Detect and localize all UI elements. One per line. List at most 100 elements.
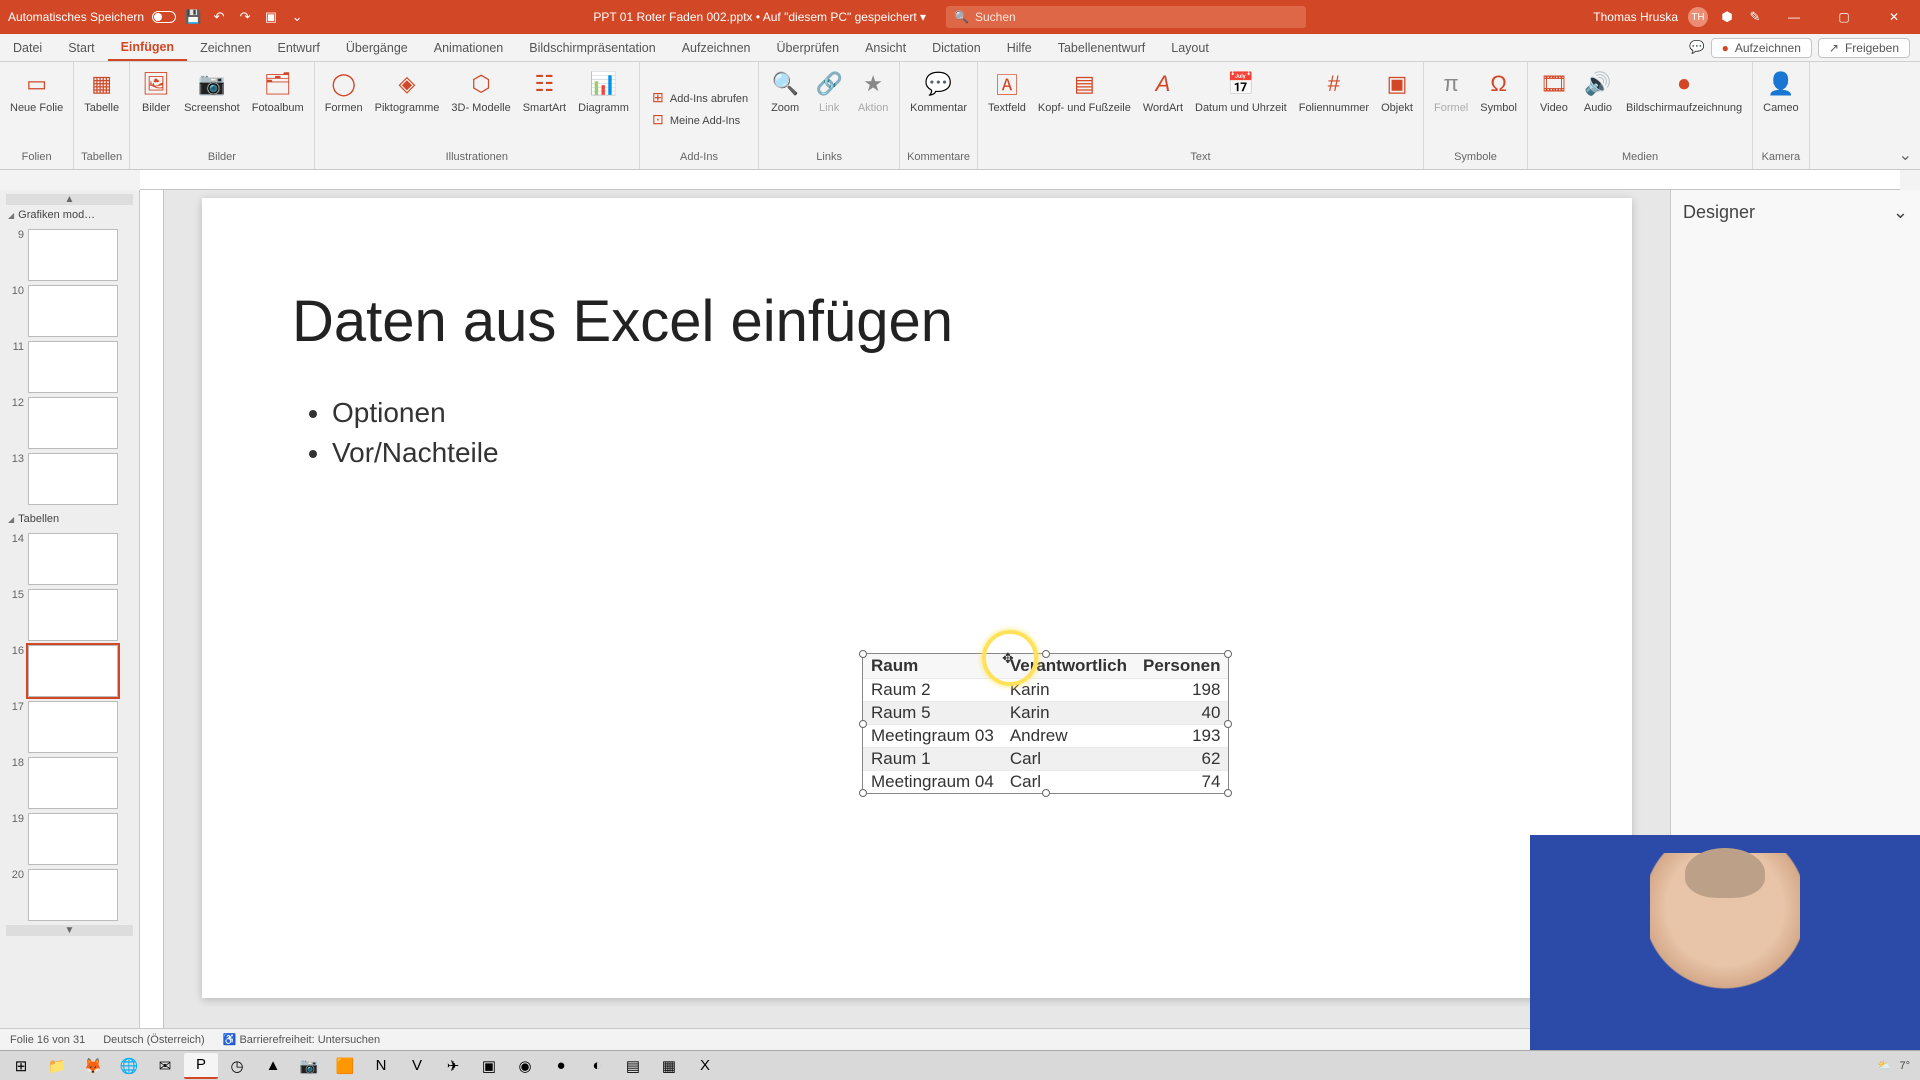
selection-handle[interactable] bbox=[1224, 650, 1232, 658]
tab-entwurf[interactable]: Entwurf bbox=[265, 34, 333, 61]
record-button[interactable]: ●Aufzeichnen bbox=[1711, 38, 1812, 58]
taskbar-app-icon[interactable]: 🟧 bbox=[328, 1053, 362, 1079]
coming-soon-icon[interactable]: ⬢ bbox=[1718, 8, 1736, 26]
selection-handle[interactable] bbox=[859, 789, 867, 797]
undo-icon[interactable]: ↶ bbox=[210, 8, 228, 26]
start-button[interactable]: ⊞ bbox=[4, 1053, 38, 1079]
tab-uebergaenge[interactable]: Übergänge bbox=[333, 34, 421, 61]
close-button[interactable]: ✕ bbox=[1874, 0, 1914, 34]
language-status[interactable]: Deutsch (Österreich) bbox=[103, 1034, 204, 1046]
tab-bildschirmpraesentation[interactable]: Bildschirmpräsentation bbox=[516, 34, 668, 61]
system-tray[interactable]: ⛅ 7° bbox=[1878, 1059, 1916, 1072]
taskbar-app-icon[interactable]: ● bbox=[544, 1053, 578, 1079]
minimize-button[interactable]: — bbox=[1774, 0, 1814, 34]
selection-handle[interactable] bbox=[1042, 650, 1050, 658]
bildschirmaufzeichnung-button[interactable]: ⏺Bildschirmaufzeichnung bbox=[1622, 66, 1746, 116]
taskbar-app-icon[interactable]: ▤ bbox=[616, 1053, 650, 1079]
user-name[interactable]: Thomas Hruska bbox=[1593, 10, 1678, 24]
selection-handle[interactable] bbox=[1042, 789, 1050, 797]
save-icon[interactable]: 💾 bbox=[184, 8, 202, 26]
section-tabellen[interactable]: Tabellen bbox=[6, 509, 133, 529]
search-input[interactable] bbox=[975, 10, 1298, 24]
link-button[interactable]: 🔗Link bbox=[809, 66, 849, 116]
taskbar-telegram-icon[interactable]: ✈ bbox=[436, 1053, 470, 1079]
formen-button[interactable]: ◯Formen bbox=[321, 66, 367, 116]
textfeld-button[interactable]: 🄰Textfeld bbox=[984, 66, 1030, 116]
selection-handle[interactable] bbox=[1224, 720, 1232, 728]
aktion-button[interactable]: ★Aktion bbox=[853, 66, 893, 116]
addins-abrufen-button[interactable]: ⊞Add-Ins abrufen bbox=[646, 89, 752, 107]
taskbar-outlook-icon[interactable]: ✉ bbox=[148, 1053, 182, 1079]
taskbar-vlc-icon[interactable]: ▲ bbox=[256, 1053, 290, 1079]
tab-datei[interactable]: Datei bbox=[0, 34, 55, 61]
tab-tabellenentwurf[interactable]: Tabellenentwurf bbox=[1045, 34, 1159, 61]
tab-zeichnen[interactable]: Zeichnen bbox=[187, 34, 264, 61]
tab-start[interactable]: Start bbox=[55, 34, 107, 61]
tab-dictation[interactable]: Dictation bbox=[919, 34, 994, 61]
slide-thumbnail[interactable]: 10 bbox=[6, 285, 133, 337]
taskbar-app-icon[interactable]: 📷 bbox=[292, 1053, 326, 1079]
taskbar-app-icon[interactable]: ▦ bbox=[652, 1053, 686, 1079]
slide-thumbnail[interactable]: 17 bbox=[6, 701, 133, 753]
slide-counter[interactable]: Folie 16 von 31 bbox=[10, 1034, 85, 1046]
selection-handle[interactable] bbox=[1224, 789, 1232, 797]
formel-button[interactable]: πFormel bbox=[1430, 66, 1472, 116]
taskbar-chrome-icon[interactable]: 🌐 bbox=[112, 1053, 146, 1079]
screenshot-button[interactable]: 📷Screenshot bbox=[180, 66, 244, 116]
video-button[interactable]: 🎞Video bbox=[1534, 66, 1574, 116]
slide-thumbnail[interactable]: 15 bbox=[6, 589, 133, 641]
meine-addins-button[interactable]: ⊡Meine Add-Ins bbox=[646, 111, 744, 129]
taskbar-onenote-icon[interactable]: N bbox=[364, 1053, 398, 1079]
tab-hilfe[interactable]: Hilfe bbox=[994, 34, 1045, 61]
taskbar-powerpoint-icon[interactable]: P bbox=[184, 1053, 218, 1079]
slide[interactable]: Daten aus Excel einfügen Optionen Vor/Na… bbox=[202, 198, 1632, 998]
tab-aufzeichnen[interactable]: Aufzeichnen bbox=[669, 34, 764, 61]
kopfzeile-button[interactable]: ▤Kopf- und Fußzeile bbox=[1034, 66, 1135, 116]
slide-thumbnail[interactable]: 18 bbox=[6, 757, 133, 809]
collapse-ribbon-icon[interactable]: ⌄ bbox=[1891, 141, 1920, 169]
tab-ansicht[interactable]: Ansicht bbox=[852, 34, 919, 61]
kommentar-button[interactable]: 💬Kommentar bbox=[906, 66, 971, 116]
maximize-button[interactable]: ▢ bbox=[1824, 0, 1864, 34]
comments-pane-icon[interactable]: 💬 bbox=[1689, 40, 1705, 55]
taskbar-app-icon[interactable]: ◷ bbox=[220, 1053, 254, 1079]
zoom-button[interactable]: 🔍Zoom bbox=[765, 66, 805, 116]
document-title[interactable]: PPT 01 Roter Faden 002.pptx • Auf "diese… bbox=[593, 10, 926, 24]
slide-thumbnail[interactable]: 20 bbox=[6, 869, 133, 921]
slide-thumbnail[interactable]: 9 bbox=[6, 229, 133, 281]
objekt-button[interactable]: ▣Objekt bbox=[1377, 66, 1417, 116]
tabelle-button[interactable]: ▦Tabelle bbox=[80, 66, 123, 116]
presentation-icon[interactable]: ▣ bbox=[262, 8, 280, 26]
3d-modelle-button[interactable]: ⬡3D- Modelle bbox=[447, 66, 514, 116]
search-box[interactable]: 🔍 bbox=[946, 6, 1306, 28]
bilder-button[interactable]: 🖼Bilder bbox=[136, 66, 176, 116]
taskbar-explorer-icon[interactable]: 📁 bbox=[40, 1053, 74, 1079]
piktogramme-button[interactable]: ◈Piktogramme bbox=[371, 66, 444, 116]
more-qat-icon[interactable]: ⌄ bbox=[288, 8, 306, 26]
diagramm-button[interactable]: 📊Diagramm bbox=[574, 66, 633, 116]
selection-handle[interactable] bbox=[859, 650, 867, 658]
tab-layout[interactable]: Layout bbox=[1158, 34, 1222, 61]
excel-table-object[interactable]: Raum Verantwortlich Personen Raum 2Karin… bbox=[862, 653, 1229, 794]
slide-thumbnail[interactable]: 12 bbox=[6, 397, 133, 449]
weather-icon[interactable]: ⛅ bbox=[1878, 1059, 1892, 1072]
thumbs-scroll-down[interactable]: ▼ bbox=[6, 925, 133, 936]
slide-thumbnail[interactable]: 19 bbox=[6, 813, 133, 865]
neue-folie-button[interactable]: ▭Neue Folie bbox=[6, 66, 67, 116]
slide-thumbnails-pane[interactable]: ▲ Grafiken mod… 910111213 Tabellen 14151… bbox=[0, 190, 140, 1028]
tab-ueberpruefen[interactable]: Überprüfen bbox=[764, 34, 853, 61]
taskbar-app-icon[interactable]: ▣ bbox=[472, 1053, 506, 1079]
slide-thumbnail[interactable]: 14 bbox=[6, 533, 133, 585]
share-button[interactable]: ↗Freigeben bbox=[1818, 38, 1910, 58]
selection-handle[interactable] bbox=[859, 720, 867, 728]
foliennummer-button[interactable]: #Foliennummer bbox=[1295, 66, 1373, 116]
fotoalbum-button[interactable]: 🗂Fotoalbum bbox=[248, 66, 308, 116]
slide-thumbnail[interactable]: 13 bbox=[6, 453, 133, 505]
slide-bullets[interactable]: Optionen Vor/Nachteile bbox=[332, 393, 499, 477]
slide-thumbnail[interactable]: 16 bbox=[6, 645, 133, 697]
tab-animationen[interactable]: Animationen bbox=[421, 34, 517, 61]
symbol-button[interactable]: ΩSymbol bbox=[1476, 66, 1521, 116]
taskbar-excel-icon[interactable]: X bbox=[688, 1053, 722, 1079]
taskbar-app-icon[interactable]: ◐ bbox=[580, 1053, 614, 1079]
slide-canvas-area[interactable]: Daten aus Excel einfügen Optionen Vor/Na… bbox=[164, 190, 1670, 1028]
